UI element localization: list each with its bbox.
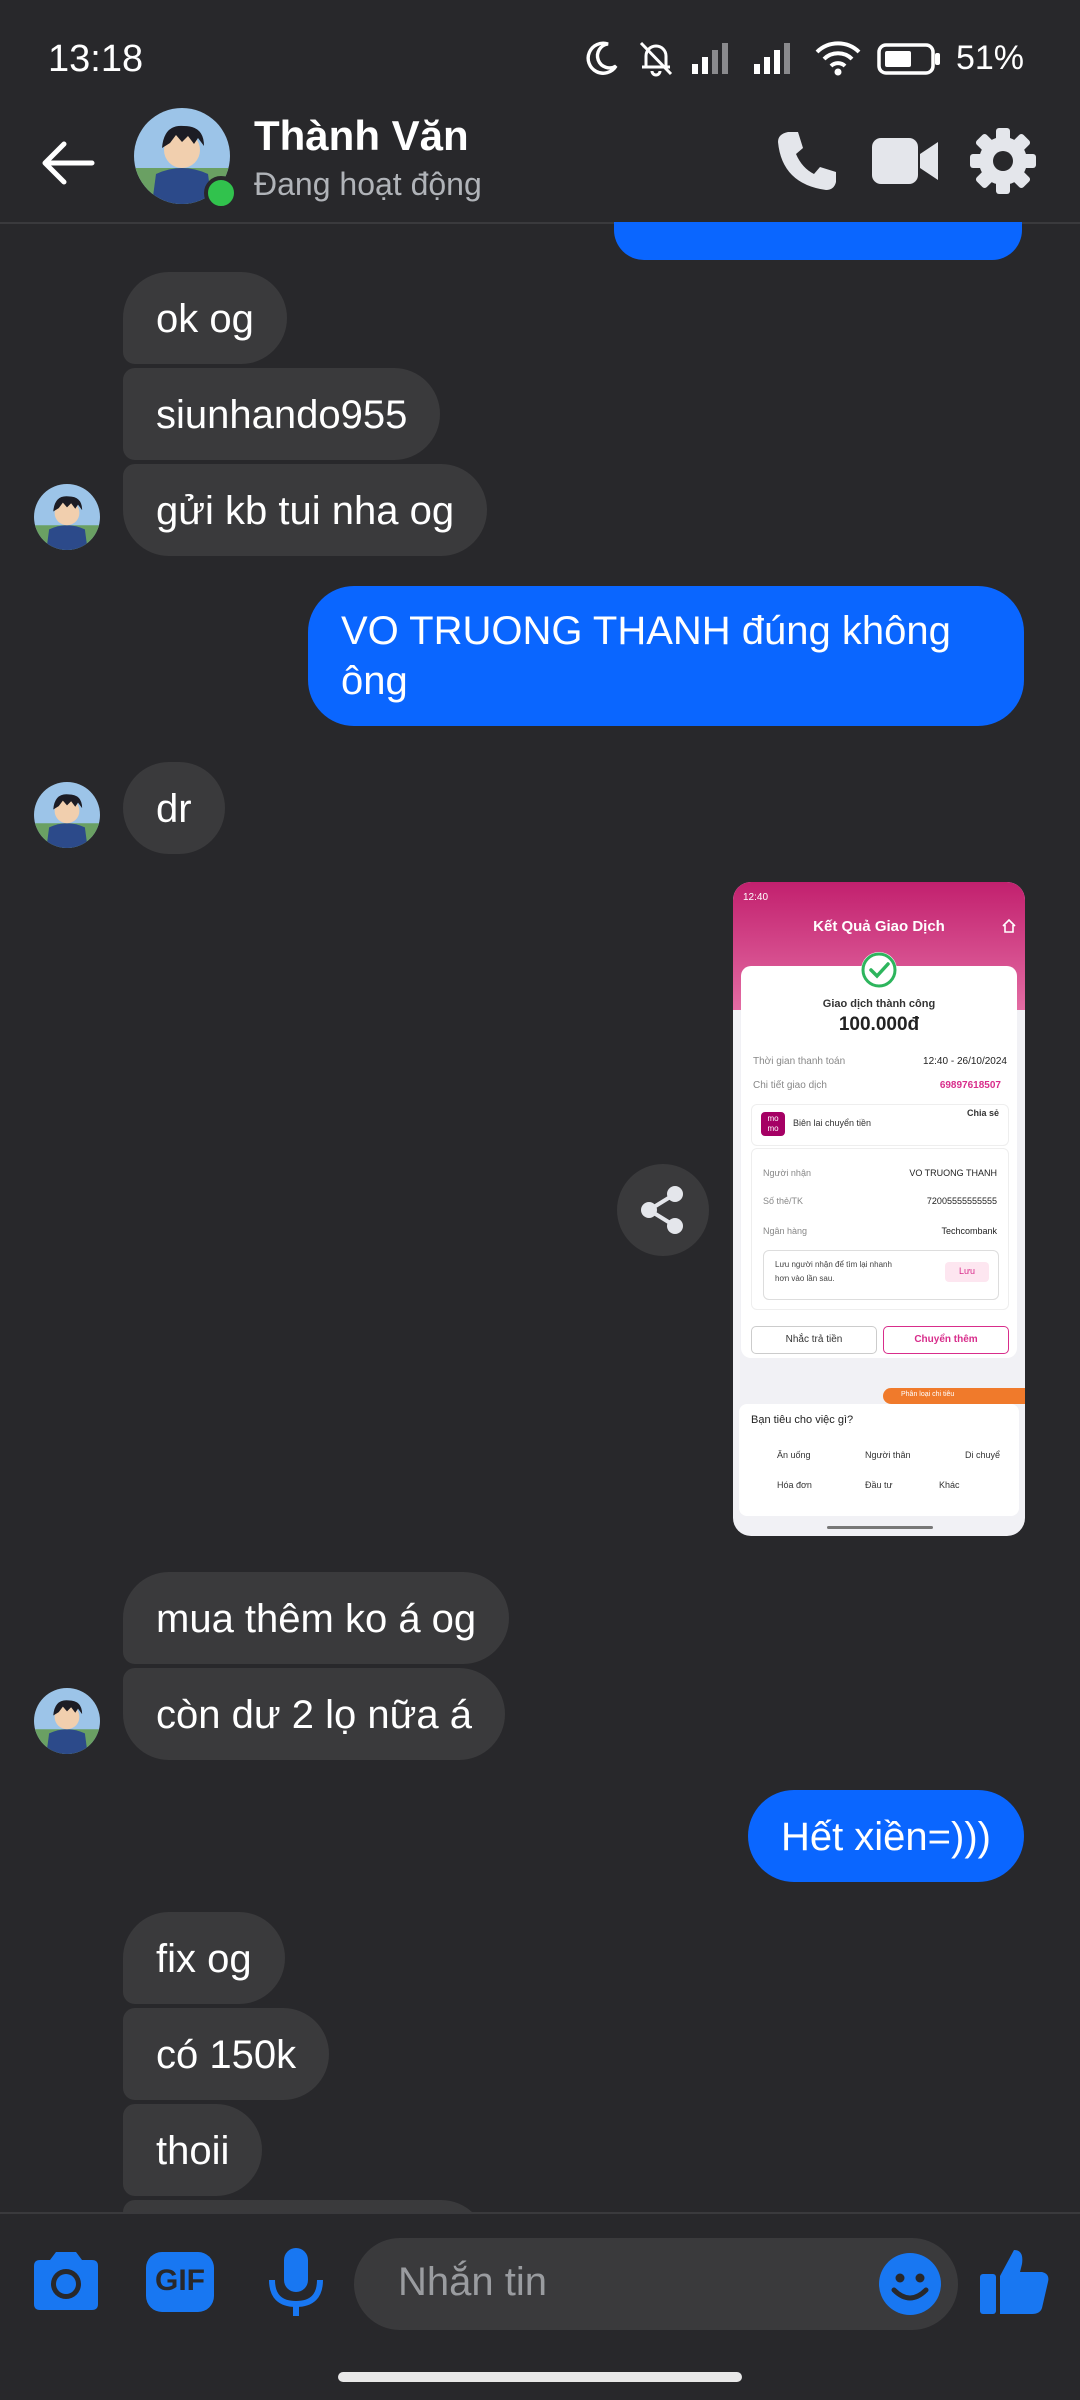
spend-question: Bạn tiêu cho việc gì? <box>751 1414 854 1426</box>
gif-label: GIF <box>155 2264 205 2297</box>
contact-name[interactable]: Thành Văn <box>254 112 469 160</box>
signal-icon-2 <box>753 43 790 74</box>
message-bubble-outgoing-partial[interactable] <box>614 222 1022 260</box>
message-list[interactable]: ok og siunhando955 gửi kb tui nha og VO … <box>0 222 1080 2212</box>
status-bar: 13:18 51% <box>0 0 1080 100</box>
message-bubble-incoming[interactable]: có 150k <box>123 2008 330 2100</box>
time-label: Thời gian thanh toán <box>753 1056 846 1067</box>
detail-value[interactable]: 69897618507 <box>940 1080 1001 1091</box>
signal-icon <box>691 43 728 74</box>
save-button[interactable]: Lưu <box>945 1262 989 1282</box>
momo-logo: mo mo <box>761 1112 785 1136</box>
save-hint: Lưu người nhận để tìm lại nhanh <box>775 1260 892 1269</box>
phone-call-icon[interactable] <box>770 124 844 198</box>
card-label: Số thẻ/TK <box>763 1196 804 1206</box>
screenshot-title: Kết Quả Giao Dịch <box>813 918 945 935</box>
message-bubble-incoming[interactable]: dr <box>123 762 225 854</box>
system-home-indicator[interactable] <box>338 2372 742 2382</box>
camera-icon[interactable] <box>26 2242 106 2322</box>
category-chip[interactable]: Đầu tư <box>865 1480 893 1490</box>
chat-header: Thành Văn Đang hoạt động <box>0 100 1080 224</box>
message-input-placeholder: Nhắn tin <box>398 2260 547 2304</box>
message-composer: GIF Nhắn tin <box>0 2212 1080 2350</box>
contact-status: Đang hoạt động <box>254 166 482 202</box>
gear-icon[interactable] <box>966 124 1040 198</box>
category-chip[interactable]: Ăn uống <box>777 1450 811 1460</box>
message-bubble-outgoing[interactable]: Hết xiền=))) <box>747 1790 1024 1882</box>
message-bubble-outgoing[interactable]: VO TRUONG THANH đúng không ông <box>308 586 1024 726</box>
online-indicator <box>204 176 238 210</box>
message-bubble-incoming-partial[interactable] <box>123 2200 487 2212</box>
bank-name: Techcombank <box>941 1226 997 1236</box>
share-button[interactable] <box>617 1164 709 1256</box>
microphone-icon[interactable] <box>256 2242 336 2322</box>
message-bubble-incoming[interactable]: fix og <box>123 1912 285 2004</box>
moon-icon <box>586 41 618 75</box>
image-attachment[interactable]: 12:40 Kết Quả Giao Dịch Giao dịch thành … <box>733 882 1025 1536</box>
screenshot-home-bar <box>827 1526 933 1529</box>
video-call-icon[interactable] <box>868 124 942 198</box>
recipient-label: Người nhận <box>763 1168 811 1178</box>
contact-avatar-small <box>34 1688 100 1754</box>
status-icons: 51% <box>582 36 1024 80</box>
message-bubble-incoming[interactable]: mua thêm ko á og <box>123 1572 510 1664</box>
wifi-icon <box>815 41 861 76</box>
message-line: ông <box>341 659 408 703</box>
detail-label: Chi tiết giao dịch <box>753 1080 827 1091</box>
success-text: Giao dịch thành công <box>822 998 936 1010</box>
gif-button[interactable]: GIF <box>140 2242 220 2322</box>
share-receipt[interactable]: Chia sẻ <box>967 1108 999 1118</box>
back-arrow-icon[interactable] <box>34 128 104 198</box>
bank-label: Ngân hàng <box>763 1226 808 1236</box>
bell-off-icon <box>639 41 673 77</box>
category-chip[interactable]: Di chuyể <box>965 1450 1000 1460</box>
message-input[interactable]: Nhắn tin <box>354 2238 958 2330</box>
screenshot-time: 12:40 <box>743 892 769 903</box>
category-chip[interactable]: Khác <box>939 1480 960 1490</box>
contact-avatar-small <box>34 484 100 550</box>
battery-icon <box>877 43 940 75</box>
battery-percent: 51% <box>955 38 1024 77</box>
amount: 100.000đ <box>838 1014 920 1035</box>
message-bubble-incoming[interactable]: ok og <box>123 272 287 364</box>
check-circle-icon <box>861 952 897 988</box>
receipt-label: Biên lai chuyển tiền <box>793 1118 872 1128</box>
thumbs-up-icon[interactable] <box>974 2242 1054 2322</box>
message-bubble-incoming[interactable]: siunhando955 <box>123 368 441 460</box>
message-line: VO TRUONG THANH đúng không <box>341 609 951 653</box>
remind-button[interactable]: Nhắc trả tiền <box>751 1326 877 1354</box>
save-hint-2: hơn vào lần sau. <box>775 1274 835 1283</box>
contact-avatar-small <box>34 782 100 848</box>
category-banner: Phân loại chi tiêu <box>883 1388 1025 1404</box>
emoji-icon[interactable] <box>878 2252 942 2316</box>
message-bubble-incoming[interactable]: thoii <box>123 2104 263 2196</box>
category-chip[interactable]: Hóa đơn <box>777 1480 812 1490</box>
time-value: 12:40 - 26/10/2024 <box>923 1056 1007 1067</box>
category-chip[interactable]: Người thân <box>865 1450 910 1460</box>
status-time: 13:18 <box>48 38 144 80</box>
home-icon <box>1002 918 1016 933</box>
recipient-name: VO TRUONG THANH <box>909 1168 997 1178</box>
message-bubble-incoming[interactable]: còn dư 2 lọ nữa á <box>123 1668 505 1760</box>
card-number: 72005555555555 <box>926 1196 997 1206</box>
message-bubble-incoming[interactable]: gửi kb tui nha og <box>123 464 488 556</box>
transfer-more-button[interactable]: Chuyển thêm <box>883 1326 1009 1354</box>
